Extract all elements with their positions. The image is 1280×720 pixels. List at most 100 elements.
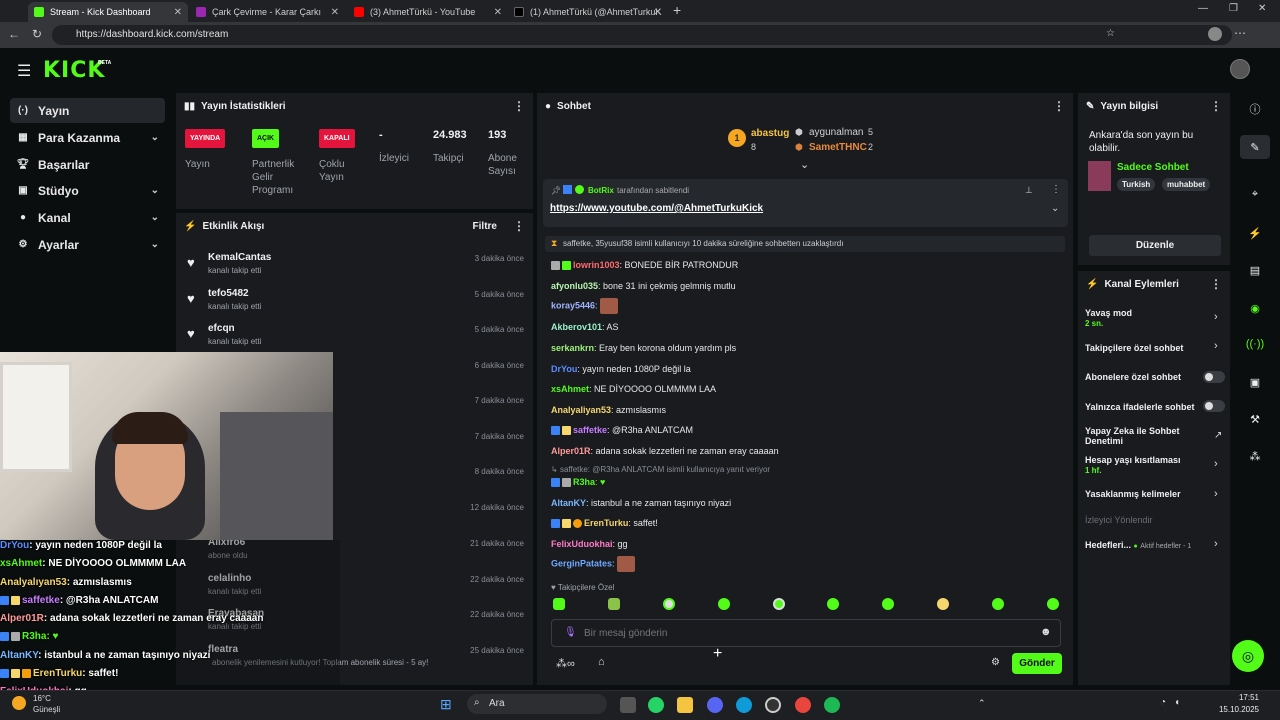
points-icon[interactable]: ⁂∞ — [556, 657, 575, 670]
chat-bubble-icon[interactable]: ◉ — [1240, 296, 1270, 320]
chevron-right-icon[interactable]: › — [1214, 538, 1218, 550]
chat-username[interactable]: GerginPatates — [551, 558, 612, 568]
task-view-icon[interactable] — [620, 697, 636, 713]
chevron-right-icon[interactable]: › — [1214, 458, 1218, 470]
tag-chip[interactable]: Turkish — [1117, 178, 1156, 191]
chat-username[interactable]: xsAhmet — [551, 384, 589, 394]
more-options-icon[interactable]: ⋮ — [1053, 99, 1065, 113]
windows-start-icon[interactable]: ⊞ — [440, 696, 452, 713]
chrome-icon[interactable] — [795, 697, 811, 713]
new-tab-button[interactable]: + — [673, 2, 681, 18]
chat-username[interactable]: R3ha — [573, 477, 595, 487]
activity-user[interactable]: efcqn — [208, 323, 235, 334]
emote-icon[interactable] — [992, 598, 1004, 610]
close-icon[interactable]: ✕ — [174, 7, 182, 18]
sidebar-item-ayarlar[interactable]: ⚙ Ayarlar ⌄ — [10, 232, 165, 257]
more-options-icon[interactable]: ⋮ — [1210, 99, 1222, 113]
wrench-icon[interactable]: ⚒ — [1240, 407, 1270, 431]
chat-message-input[interactable] — [584, 625, 1024, 641]
chat-input-box[interactable]: 🎙︎ ☻ — [551, 619, 1061, 647]
apps-icon[interactable]: ⁂ — [1240, 444, 1270, 468]
lightning-icon[interactable]: ⚡ — [1240, 221, 1270, 245]
chat-username[interactable]: Alper01R — [551, 446, 591, 456]
close-icon[interactable]: ✕ — [494, 7, 502, 18]
target-icon[interactable]: ⌖ — [1240, 182, 1270, 206]
chat-username[interactable]: koray5446 — [551, 300, 595, 310]
close-icon[interactable]: ✕ — [654, 7, 662, 18]
avatar[interactable] — [1230, 59, 1250, 79]
category-thumbnail[interactable] — [1088, 161, 1111, 191]
emote-icon[interactable] — [608, 598, 620, 610]
more-icon[interactable]: ⋯ — [1234, 26, 1246, 40]
microphone-icon[interactable]: 🎙︎ — [564, 627, 577, 638]
chevron-down-icon[interactable]: ⌄ — [800, 158, 809, 171]
activity-user[interactable]: KemalCantas — [208, 252, 271, 263]
chat-username[interactable]: AltanKY — [551, 498, 586, 508]
chat-username[interactable]: serkankrn — [551, 343, 594, 353]
emote-icon[interactable] — [937, 598, 949, 610]
info-icon[interactable]: ⓘ — [1240, 97, 1270, 121]
leader-second-name[interactable]: aygunalman — [809, 127, 863, 138]
action-account-age[interactable]: Hesap yaşı kısıtlaması 1 hf. — [1085, 455, 1181, 475]
support-chat-button[interactable]: ◎ — [1232, 640, 1264, 672]
tab-kick-dashboard[interactable]: Stream - Kick Dashboard ✕ — [28, 2, 188, 22]
more-options-icon[interactable]: ⋮ — [513, 219, 525, 233]
chevron-right-icon[interactable]: › — [1214, 340, 1218, 352]
action-banned-words[interactable]: Yasaklanmış kelimeler — [1085, 489, 1181, 499]
leader-third-name[interactable]: SametTHNC — [809, 142, 867, 153]
action-goals[interactable]: Hedefleri... ● Aktif hedefler - 1 — [1085, 540, 1191, 550]
sidebar-item-yayin[interactable]: (·) Yayın — [10, 98, 165, 123]
wifi-icon[interactable]: ◔ — [1160, 697, 1166, 708]
clock-time[interactable]: 17:51 — [1221, 693, 1259, 702]
chevron-right-icon[interactable]: › — [1214, 488, 1218, 500]
emote-icon[interactable] — [718, 598, 730, 610]
back-button[interactable]: ← — [8, 27, 20, 41]
pin-icon[interactable]: ⊥ — [1025, 185, 1033, 196]
volume-icon[interactable]: ◖ — [1174, 697, 1180, 708]
chat-username[interactable]: afyonlu035 — [551, 281, 598, 291]
document-icon[interactable]: ▤ — [1240, 258, 1270, 282]
chat-username[interactable]: lowrin1003 — [573, 260, 620, 270]
more-options-icon[interactable]: ⋮ — [1210, 277, 1222, 291]
more-options-icon[interactable]: ⋮ — [1051, 184, 1061, 195]
emote-icon[interactable] — [882, 598, 894, 610]
sidebar-item-studyo[interactable]: ▣ Stüdyo ⌄ — [10, 178, 165, 203]
taskbar-search[interactable]: ⌕ Ara — [467, 694, 607, 714]
chevron-right-icon[interactable]: › — [1214, 311, 1218, 323]
profile-avatar[interactable] — [1208, 27, 1222, 41]
chat-username[interactable]: ErenTurku — [584, 518, 628, 528]
action-ai-moderation[interactable]: Yapay Zeka ile Sohbet Denetimi — [1085, 426, 1200, 446]
whatsapp-icon[interactable] — [648, 697, 664, 713]
emote-icon[interactable] — [827, 598, 839, 610]
chat-username[interactable]: DrYou — [551, 364, 577, 374]
hamburger-icon[interactable]: ☰ — [17, 61, 31, 81]
folder-icon[interactable] — [677, 697, 693, 713]
emoji-icon[interactable]: ☻ — [1040, 626, 1052, 638]
subs-only-toggle[interactable] — [1203, 371, 1225, 383]
chevron-down-icon[interactable]: ⌄ — [1051, 203, 1059, 214]
pencil-icon[interactable]: ✎ — [1240, 135, 1270, 159]
maximize-button[interactable]: ❐ — [1229, 3, 1238, 14]
action-subs-only[interactable]: Abonelere özel sohbet — [1085, 372, 1181, 382]
tab-cark[interactable]: Çark Çevirme - Karar Çarkı ✕ — [190, 2, 345, 22]
emote-only-toggle[interactable] — [1203, 400, 1225, 412]
sidebar-item-basarilar[interactable]: 🏆︎ Başarılar — [10, 152, 165, 177]
emote-icon[interactable] — [553, 598, 565, 610]
close-icon[interactable]: ✕ — [331, 7, 339, 18]
kick-logo[interactable]: KICK — [43, 58, 105, 83]
edge-icon[interactable] — [736, 697, 752, 713]
tab-youtube[interactable]: (3) AhmetTürkü - YouTube ✕ — [348, 2, 508, 22]
external-link-icon[interactable]: ↗ — [1214, 430, 1222, 441]
leader-first-name[interactable]: abastug — [751, 128, 789, 139]
layout-icon[interactable]: ▣ — [1240, 370, 1270, 394]
star-icon[interactable]: ☆ — [1106, 28, 1115, 39]
discord-icon[interactable] — [707, 697, 723, 713]
url-field[interactable]: https://dashboard.kick.com/stream — [52, 25, 1232, 45]
tab-x[interactable]: (1) AhmetTürkü (@AhmetTurkuK ✕ — [508, 2, 668, 22]
filter-button[interactable]: Filtre — [473, 221, 497, 232]
emote-icon[interactable] — [663, 598, 675, 610]
clock-date[interactable]: 15.10.2025 — [1212, 705, 1259, 714]
close-window-button[interactable]: ✕ — [1258, 3, 1266, 14]
store-icon[interactable]: ⌂ — [598, 656, 605, 668]
emote-icon[interactable] — [1047, 598, 1059, 610]
